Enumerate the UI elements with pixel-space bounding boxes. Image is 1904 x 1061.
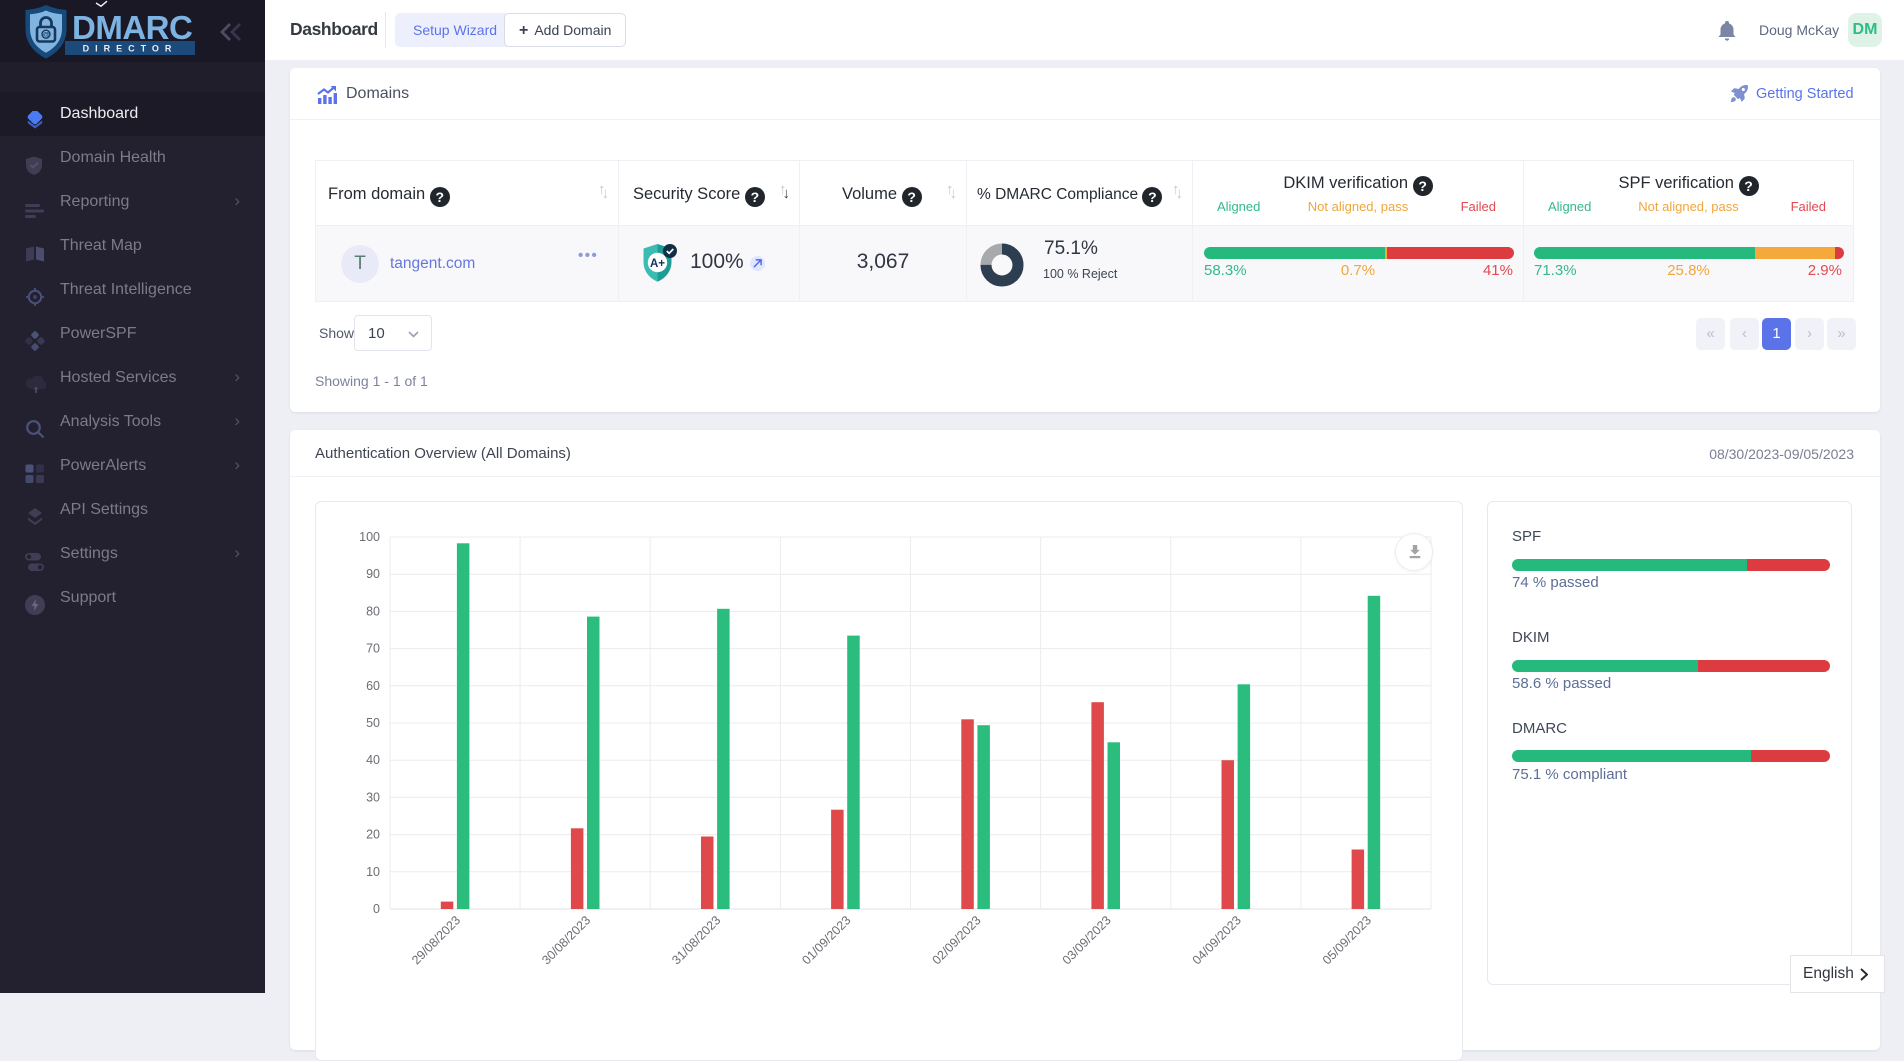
- svg-text:30/08/2023: 30/08/2023: [539, 913, 593, 967]
- svg-text:31/08/2023: 31/08/2023: [669, 913, 723, 967]
- svg-text:01/09/2023: 01/09/2023: [799, 913, 853, 967]
- svg-text:80: 80: [366, 604, 380, 618]
- svg-text:60: 60: [366, 679, 380, 693]
- svg-text:29/08/2023: 29/08/2023: [409, 913, 463, 967]
- svg-text:03/09/2023: 03/09/2023: [1060, 913, 1114, 967]
- svg-text:DMARC: DMARC: [72, 9, 192, 46]
- svg-text:A+: A+: [650, 258, 665, 270]
- svg-text:90: 90: [366, 567, 380, 581]
- svg-text:70: 70: [366, 642, 380, 656]
- svg-text:10: 10: [366, 865, 380, 879]
- svg-text:100: 100: [359, 530, 380, 544]
- svg-text:50: 50: [366, 716, 380, 730]
- svg-text:05/09/2023: 05/09/2023: [1320, 913, 1374, 967]
- svg-text:40: 40: [366, 753, 380, 767]
- svg-text:0: 0: [373, 902, 380, 916]
- svg-text:@: @: [42, 30, 49, 39]
- svg-text:30: 30: [366, 790, 380, 804]
- svg-text:20: 20: [366, 828, 380, 842]
- svg-text:04/09/2023: 04/09/2023: [1190, 913, 1244, 967]
- svg-text:02/09/2023: 02/09/2023: [930, 913, 984, 967]
